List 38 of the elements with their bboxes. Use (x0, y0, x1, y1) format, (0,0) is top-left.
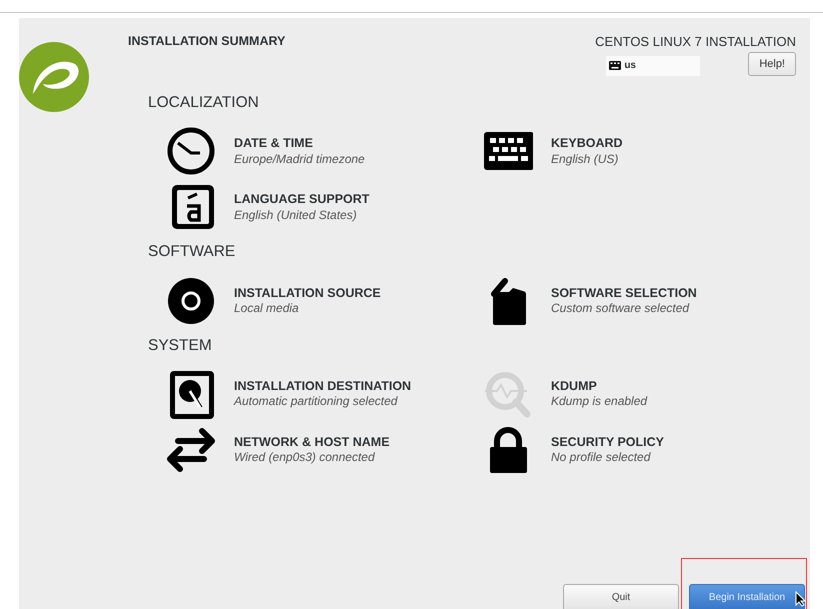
spoke-title: DATE & TIME (234, 135, 314, 152)
spoke-title: KDUMP (551, 378, 598, 394)
logo-icon (19, 42, 89, 112)
cursor-icon (795, 591, 806, 607)
summary-spoke[interactable]: INSTALLATION SOURCE Local media (166, 276, 483, 326)
quit-button[interactable]: Quit (563, 584, 679, 609)
summary-spoke[interactable]: INSTALLATION DESTINATION Automatic partitioning selected (166, 368, 483, 419)
spoke-status: Custom software selected (551, 300, 690, 316)
spoke-title: INSTALLATION DESTINATION (234, 378, 412, 394)
page-title: INSTALLATION SUMMARY (128, 33, 286, 50)
spoke-title: INSTALLATION SOURCE (234, 284, 381, 301)
spoke-title: SOFTWARE SELECTION (551, 284, 697, 301)
spoke-status: Automatic partitioning selected (234, 394, 399, 410)
product-title: CENTOS LINUX 7 INSTALLATION (595, 33, 796, 51)
spoke-status: Wired (enp0s3) connected (234, 450, 376, 466)
spoke-title: NETWORK & HOST NAME (234, 434, 390, 450)
summary-spoke[interactable]: DATE & TIME Europe/Madrid timezone (166, 126, 483, 176)
summary-spoke[interactable]: KDUMP Kdump is enabled (483, 368, 800, 419)
summary-spoke[interactable]: SOFTWARE SELECTION Custom software selected (483, 276, 800, 326)
spoke-status: No profile selected (551, 450, 652, 466)
section-heading: SOFTWARE (148, 242, 236, 262)
spoke-title: KEYBOARD (551, 135, 623, 152)
spoke-status: English (US) (551, 152, 620, 168)
spoke-status: Europe/Madrid timezone (234, 152, 365, 168)
spoke-title: SECURITY POLICY (551, 434, 664, 450)
summary-spoke[interactable]: LANGUAGE SUPPORT English (United States) (166, 182, 483, 232)
summary-spoke[interactable]: SECURITY POLICY No profile selected (483, 424, 800, 475)
keyboard-icon (609, 61, 622, 70)
summary-spoke[interactable]: NETWORK & HOST NAME Wired (enp0s3) connected (166, 424, 483, 475)
spoke-status: Kdump is enabled (551, 394, 648, 410)
spoke-title: LANGUAGE SUPPORT (234, 191, 370, 208)
section-heading: SYSTEM (148, 336, 213, 356)
spoke-status: Local media (234, 300, 300, 316)
summary-spoke[interactable]: KEYBOARD English (US) (483, 126, 800, 176)
keyboard-layout-indicator[interactable]: us (606, 56, 700, 76)
spoke-status: English (United States) (234, 208, 358, 224)
section-heading: LOCALIZATION (148, 93, 260, 113)
help-button[interactable]: Help! (748, 52, 796, 76)
